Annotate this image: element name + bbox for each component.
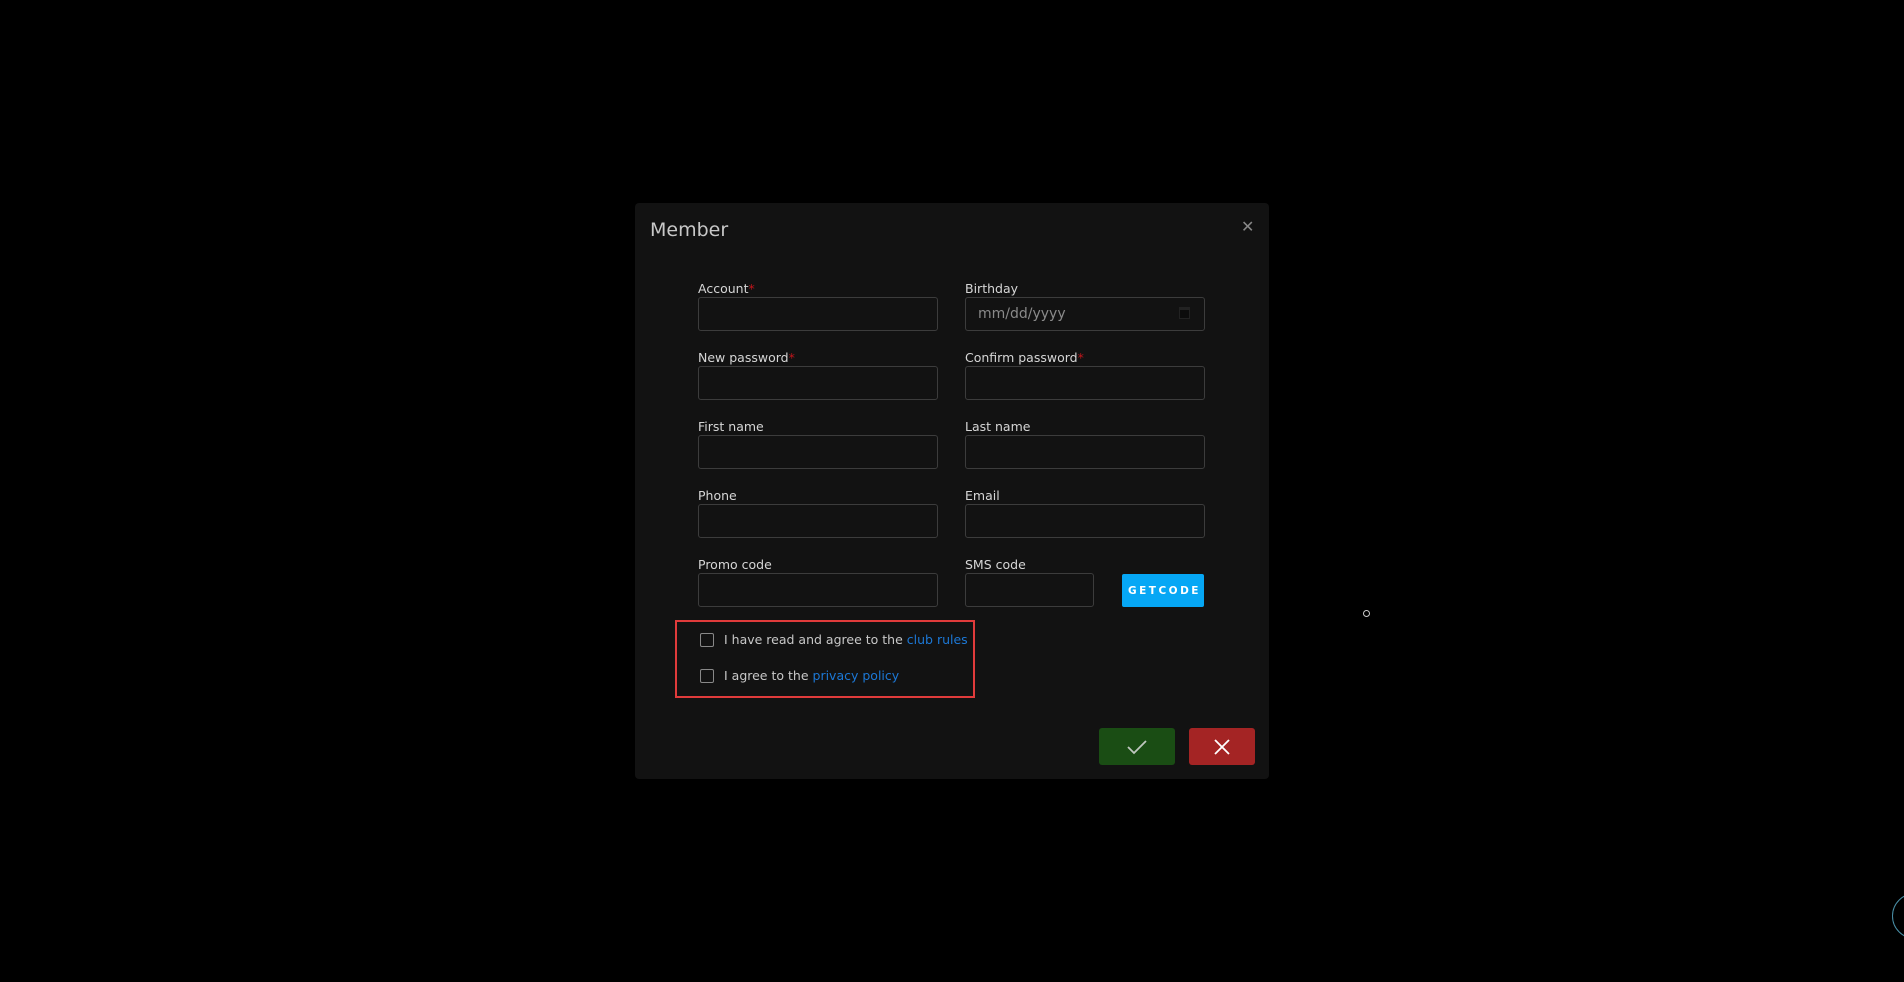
cancel-button[interactable] bbox=[1189, 728, 1255, 765]
new-password-label: New password* bbox=[698, 350, 795, 365]
club-rules-agreement: I have read and agree to the club rules bbox=[700, 632, 968, 647]
birthday-label: Birthday bbox=[965, 281, 1019, 296]
getcode-button[interactable]: GETCODE bbox=[1122, 574, 1204, 607]
privacy-policy-checkbox[interactable] bbox=[700, 668, 714, 683]
email-input[interactable] bbox=[965, 504, 1205, 538]
close-icon[interactable]: ✕ bbox=[1241, 217, 1254, 236]
new-password-input[interactable] bbox=[698, 366, 938, 400]
last-name-label: Last name bbox=[965, 419, 1031, 434]
club-rules-text: I have read and agree to the bbox=[724, 632, 903, 647]
email-label: Email bbox=[965, 488, 1000, 503]
phone-input[interactable] bbox=[698, 504, 938, 538]
promo-code-input[interactable] bbox=[698, 573, 938, 607]
confirm-password-input[interactable] bbox=[965, 366, 1205, 400]
account-label: Account* bbox=[698, 281, 755, 296]
account-input[interactable] bbox=[698, 297, 938, 331]
privacy-policy-text: I agree to the bbox=[724, 668, 809, 683]
phone-label: Phone bbox=[698, 488, 737, 503]
last-name-input[interactable] bbox=[965, 435, 1205, 469]
first-name-label: First name bbox=[698, 419, 764, 434]
first-name-input[interactable] bbox=[698, 435, 938, 469]
privacy-policy-agreement: I agree to the privacy policy bbox=[700, 668, 899, 683]
birthday-input[interactable]: mm/dd/yyyy bbox=[965, 297, 1205, 331]
confirm-password-label: Confirm password* bbox=[965, 350, 1084, 365]
cursor-indicator bbox=[1363, 610, 1370, 617]
birthday-placeholder: mm/dd/yyyy bbox=[978, 306, 1066, 322]
calendar-icon[interactable] bbox=[1179, 307, 1190, 319]
sms-code-input[interactable] bbox=[965, 573, 1094, 607]
member-dialog: Member ✕ Account* Birthday mm/dd/yyyy Ne… bbox=[635, 203, 1269, 779]
dialog-title: Member bbox=[650, 219, 729, 241]
club-rules-checkbox[interactable] bbox=[700, 632, 714, 647]
club-rules-link[interactable]: club rules bbox=[907, 632, 968, 647]
x-icon bbox=[1214, 738, 1230, 755]
agreements-box: I have read and agree to the club rules … bbox=[675, 620, 975, 698]
sms-code-label: SMS code bbox=[965, 557, 1026, 572]
promo-code-label: Promo code bbox=[698, 557, 772, 572]
floating-circle-button[interactable] bbox=[1892, 893, 1904, 939]
privacy-policy-link[interactable]: privacy policy bbox=[813, 668, 900, 683]
check-icon bbox=[1127, 739, 1147, 754]
confirm-button[interactable] bbox=[1099, 728, 1175, 765]
